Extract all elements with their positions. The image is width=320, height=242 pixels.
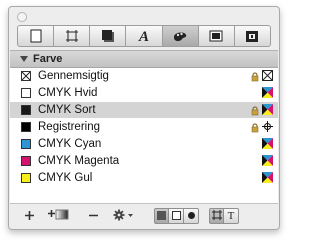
fill-type-segmented <box>154 208 199 224</box>
close-button[interactable] <box>17 12 27 22</box>
lock-icon <box>251 122 259 136</box>
cmyk-model-icon <box>262 87 273 101</box>
color-row[interactable]: Gennemsigtig <box>10 68 278 85</box>
registration-mark-icon <box>262 121 273 135</box>
cmyk-model-icon <box>262 138 273 152</box>
swatch-registration <box>21 122 31 132</box>
lock-icon <box>245 29 259 43</box>
panel-tab-bar: A <box>17 25 271 47</box>
remove-color-button[interactable] <box>86 209 100 223</box>
cmyk-model-icon <box>262 104 273 118</box>
no-fill-icon <box>171 209 181 223</box>
shadow-icon <box>101 29 115 43</box>
color-name: CMYK Cyan <box>38 138 102 150</box>
svg-text:A: A <box>138 29 149 43</box>
tab-shadow[interactable] <box>90 25 127 47</box>
text-target-icon: T <box>227 210 235 222</box>
color-palette-icon <box>172 29 188 43</box>
color-name: CMYK Hvid <box>38 87 98 99</box>
color-row[interactable]: CMYK Gul <box>10 170 278 187</box>
add-gradient-button[interactable] <box>48 209 70 223</box>
frame-target-icon <box>211 209 222 223</box>
color-name: Gennemsigtig <box>38 70 109 82</box>
colors-panel: A Farve Gennemsigtig CMYK Hvid CMYK Sort… <box>8 6 280 230</box>
fill-icon <box>29 29 43 43</box>
gear-menu-icon <box>113 209 135 224</box>
color-row[interactable]: CMYK Cyan <box>10 136 278 153</box>
cmyk-model-icon <box>262 172 273 186</box>
color-row[interactable]: Registrering <box>10 119 278 136</box>
panel-footer: T <box>10 204 278 228</box>
color-row[interactable]: CMYK Hvid <box>10 85 278 102</box>
no-color-model-icon <box>262 70 273 84</box>
disclosure-triangle-icon[interactable] <box>20 56 28 62</box>
color-row-selected[interactable]: CMYK Sort <box>10 102 278 119</box>
add-icon <box>24 209 34 223</box>
image-icon <box>209 29 223 43</box>
color-name: CMYK Gul <box>38 172 93 184</box>
lock-icon <box>251 105 259 119</box>
action-menu-button[interactable] <box>112 209 136 224</box>
text-target-button[interactable]: T <box>224 208 239 224</box>
swatch-cyan <box>21 139 31 149</box>
tab-fill[interactable] <box>17 25 55 47</box>
swatch-white <box>21 88 31 98</box>
swatch-transparent <box>21 71 31 81</box>
solid-fill-button[interactable] <box>154 208 169 224</box>
tab-character[interactable]: A <box>126 25 163 47</box>
swatch-yellow <box>21 173 31 183</box>
section-title: Farve <box>33 53 63 65</box>
frame-icon <box>65 29 79 43</box>
cmyk-model-icon <box>262 155 273 169</box>
tab-colors[interactable] <box>162 25 199 47</box>
color-name: CMYK Magenta <box>38 155 120 167</box>
color-name: CMYK Sort <box>38 104 96 116</box>
add-color-button[interactable] <box>22 209 36 223</box>
panel-titlebar <box>9 7 279 22</box>
swatch-black <box>21 105 31 115</box>
character-icon: A <box>137 29 151 43</box>
tab-frame[interactable] <box>54 25 91 47</box>
color-list: Gennemsigtig CMYK Hvid CMYK Sort Registr… <box>10 68 278 204</box>
frame-target-button[interactable] <box>209 208 224 224</box>
tab-image[interactable] <box>198 25 235 47</box>
section-header[interactable]: Farve <box>10 50 278 68</box>
no-fill-button[interactable] <box>169 208 184 224</box>
lock-icon <box>251 71 259 85</box>
target-segmented: T <box>209 208 239 224</box>
color-row[interactable]: CMYK Magenta <box>10 153 278 170</box>
remove-icon <box>88 209 98 223</box>
tab-lock[interactable] <box>234 25 271 47</box>
solid-fill-icon <box>157 209 166 223</box>
color-name: Registrering <box>38 121 100 133</box>
radial-fill-button[interactable] <box>184 208 199 224</box>
radial-fill-icon <box>187 209 196 223</box>
swatch-magenta <box>21 156 31 166</box>
add-gradient-icon <box>48 209 70 223</box>
